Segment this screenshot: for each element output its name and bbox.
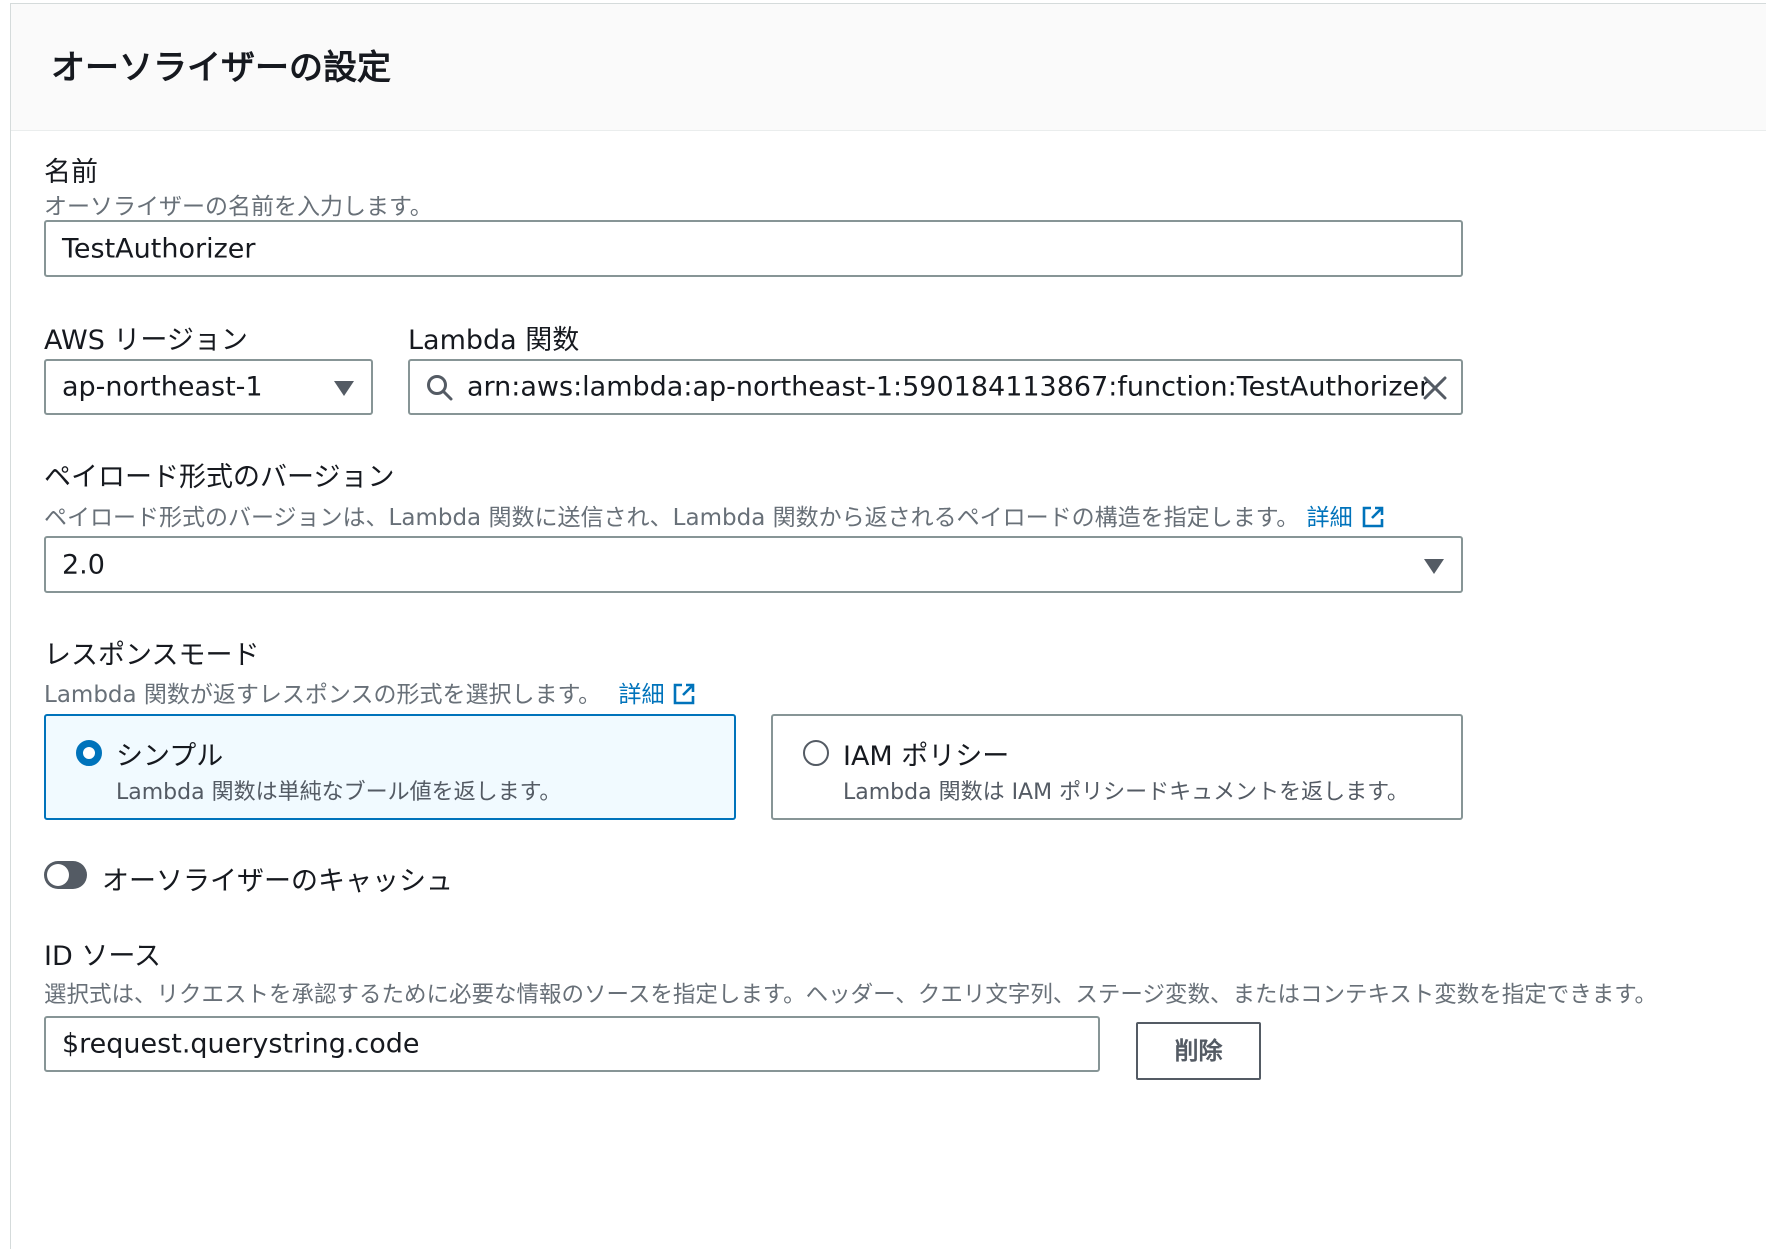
radio-button[interactable] (803, 740, 829, 766)
identity-source-value: $request.querystring.code (62, 1028, 420, 1060)
response-mode-option-iam-policy[interactable]: IAM ポリシー Lambda 関数は IAM ポリシードキュメントを返します。 (771, 714, 1463, 820)
lambda-function-value: arn:aws:lambda:ap-northeast-1:5901841138… (467, 371, 1431, 403)
region-label: AWS リージョン (44, 325, 248, 356)
lambda-function-label: Lambda 関数 (408, 325, 580, 356)
payload-version-label: ペイロード形式のバージョン (44, 462, 395, 493)
caret-down-icon (1424, 558, 1444, 574)
response-mode-description: Lambda 関数が返すレスポンスの形式を選択します。 詳細 (44, 675, 696, 709)
option-description: Lambda 関数は IAM ポリシードキュメントを返します。 (843, 780, 1409, 805)
option-title: シンプル (116, 741, 224, 772)
name-description: オーソライザーの名前を入力します。 (44, 194, 433, 220)
remove-button[interactable]: 削除 (1136, 1022, 1261, 1080)
response-mode-learn-more-link[interactable]: 詳細 (618, 682, 696, 708)
payload-version-learn-more-link[interactable]: 詳細 (1307, 505, 1385, 531)
name-label: 名前 (44, 157, 98, 188)
name-input-value: TestAuthorizer (62, 233, 256, 264)
region-select-value: ap-northeast-1 (62, 371, 263, 403)
authorizer-cache-label: オーソライザーのキャッシュ (102, 866, 453, 897)
search-icon (427, 375, 453, 401)
panel-title: オーソライザーの設定 (51, 48, 391, 88)
payload-version-description: ペイロード形式のバージョンは、Lambda 関数に送信され、Lambda 関数か… (44, 498, 1385, 532)
response-mode-label: レスポンスモード (44, 640, 260, 671)
identity-source-input[interactable]: $request.querystring.code (44, 1016, 1100, 1072)
option-title: IAM ポリシー (843, 741, 1010, 772)
option-description: Lambda 関数は単純なブール値を返します。 (116, 780, 562, 805)
name-input[interactable]: TestAuthorizer (44, 220, 1463, 277)
identity-source-description: 選択式は、リクエストを承認するために必要な情報のソースを指定します。ヘッダー、ク… (44, 982, 1658, 1008)
response-mode-option-simple[interactable]: シンプル Lambda 関数は単純なブール値を返します。 (44, 714, 736, 820)
lambda-function-search-input[interactable]: arn:aws:lambda:ap-northeast-1:5901841138… (408, 359, 1463, 415)
payload-version-select[interactable]: 2.0 (44, 536, 1463, 593)
region-select[interactable]: ap-northeast-1 (44, 359, 373, 415)
external-link-icon (1362, 506, 1383, 528)
panel-header: オーソライザーの設定 (11, 4, 1766, 131)
clear-icon[interactable] (1422, 375, 1448, 401)
identity-source-label: ID ソース (44, 941, 161, 972)
toggle-knob (47, 864, 69, 886)
payload-version-value: 2.0 (62, 549, 105, 580)
authorizer-cache-toggle[interactable] (44, 861, 87, 889)
radio-button-selected[interactable] (76, 740, 102, 766)
caret-down-icon (334, 381, 354, 396)
external-link-icon (674, 683, 695, 705)
